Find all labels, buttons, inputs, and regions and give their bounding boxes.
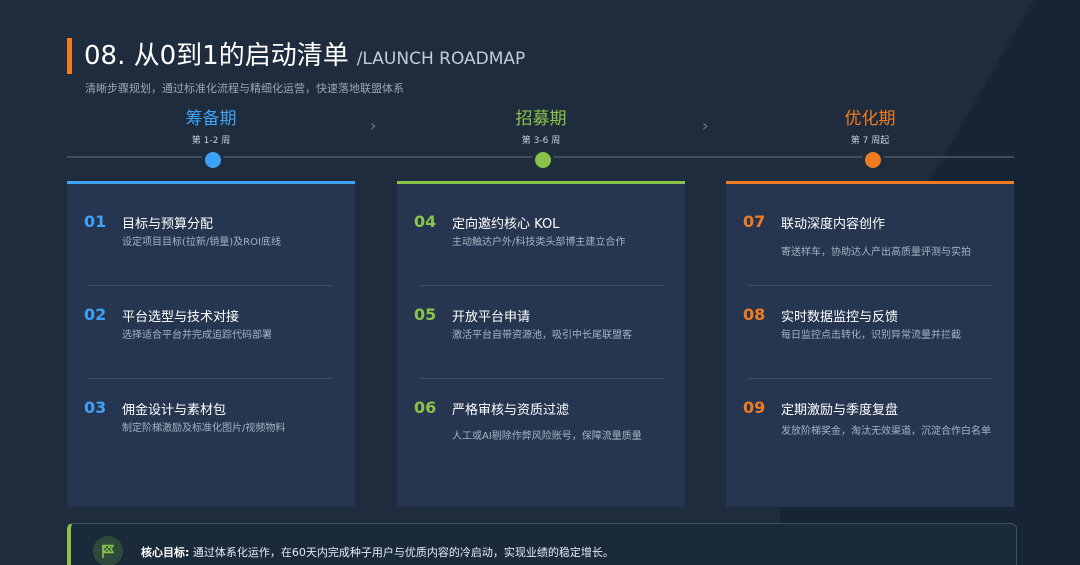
phase-card-optimize: 07 联动深度内容创作 寄送样车，协助达人产出高质量评测与实拍 08 实时数据监… [726,181,1014,507]
phase-name: 优化期 [844,109,896,129]
task-number: 09 [743,398,766,417]
task-desc: 设定项目目标(拉新/销量)及ROI底线 [122,237,281,248]
core-goal-banner: 核心目标: 通过体系化运作，在60天内完成种子用户与优质内容的冷启动，实现业绩的… [67,523,1017,565]
task-desc: 寄送样车，协助达人产出高质量评测与实拍 [781,247,971,258]
task-title: 定期激励与季度复盘 [781,403,899,418]
task-title: 实时数据监控与反馈 [781,310,899,325]
phase-weeks: 第 7 周起 [850,136,890,146]
task-number: 08 [743,305,766,324]
task-desc: 发放阶梯奖金，淘汰无效渠道，沉淀合作白名单 [781,426,991,437]
page-title-en: /LAUNCH ROADMAP [356,49,526,69]
title-accent-bar [67,38,72,74]
core-goal-body: 通过体系化运作，在60天内完成种子用户与优质内容的冷启动，实现业绩的稳定增长。 [192,546,614,559]
phase-dot-optimize [862,149,884,171]
task-title: 目标与预算分配 [122,217,214,232]
divider [748,378,992,379]
phase-weeks: 第 1-2 周 [191,136,231,146]
task-desc: 选择适合平台并完成追踪代码部署 [122,330,272,341]
phase-dot-prep [202,149,224,171]
chevron-right-icon: › [370,116,377,135]
core-goal-text: 核心目标: 通过体系化运作，在60天内完成种子用户与优质内容的冷启动，实现业绩的… [141,544,614,560]
chevron-right-icon: › [702,116,709,135]
task-number: 01 [84,212,107,231]
task-title: 严格审核与资质过滤 [452,403,570,418]
task-title: 开放平台申请 [452,310,531,325]
task-desc: 人工或AI剔除作弊风险账号，保障流量质量 [452,431,642,442]
core-goal-label: 核心目标: [141,546,190,559]
phase-prep: 筹备期 第 1-2 周 [111,108,311,146]
page-title: 08. 从0到1的启动清单 [84,41,349,71]
divider [419,285,663,286]
task-number: 03 [84,398,107,417]
phase-name: 招募期 [515,109,567,129]
phase-optimize: 优化期 第 7 周起 [770,108,970,146]
task-number: 06 [414,398,437,417]
task-desc: 主动触达户外/科技类头部博主建立合作 [452,237,626,248]
task-desc: 激活平台自带资源池，吸引中长尾联盟客 [452,330,632,341]
phase-card-recruit: 04 定向邀约核心 KOL 主动触达户外/科技类头部博主建立合作 05 开放平台… [397,181,685,507]
task-desc: 制定阶梯激励及标准化图片/视频物料 [122,423,286,434]
divider [419,378,663,379]
task-number: 02 [84,305,107,324]
phase-name: 筹备期 [185,109,237,129]
task-number: 05 [414,305,437,324]
task-desc: 每日监控点击转化，识别异常流量并拦截 [781,330,961,341]
divider [748,285,992,286]
task-number: 07 [743,212,766,231]
task-title: 定向邀约核心 KOL [452,217,560,232]
page-header: 08. 从0到1的启动清单 /LAUNCH ROADMAP [67,38,525,74]
task-title: 佣金设计与素材包 [122,403,227,418]
divider [89,285,333,286]
task-title: 平台选型与技术对接 [122,310,240,325]
task-number: 04 [414,212,437,231]
divider [89,378,333,379]
page-subtitle: 清晰步骤规划，通过标准化流程与精细化运营，快速落地联盟体系 [85,82,404,95]
phase-recruit: 招募期 第 3-6 周 [441,108,641,146]
phase-card-prep: 01 目标与预算分配 设定项目目标(拉新/销量)及ROI底线 02 平台选型与技… [67,181,355,507]
phase-weeks: 第 3-6 周 [521,136,561,146]
flag-icon [93,536,123,565]
phase-dot-recruit [532,149,554,171]
task-title: 联动深度内容创作 [781,217,886,232]
